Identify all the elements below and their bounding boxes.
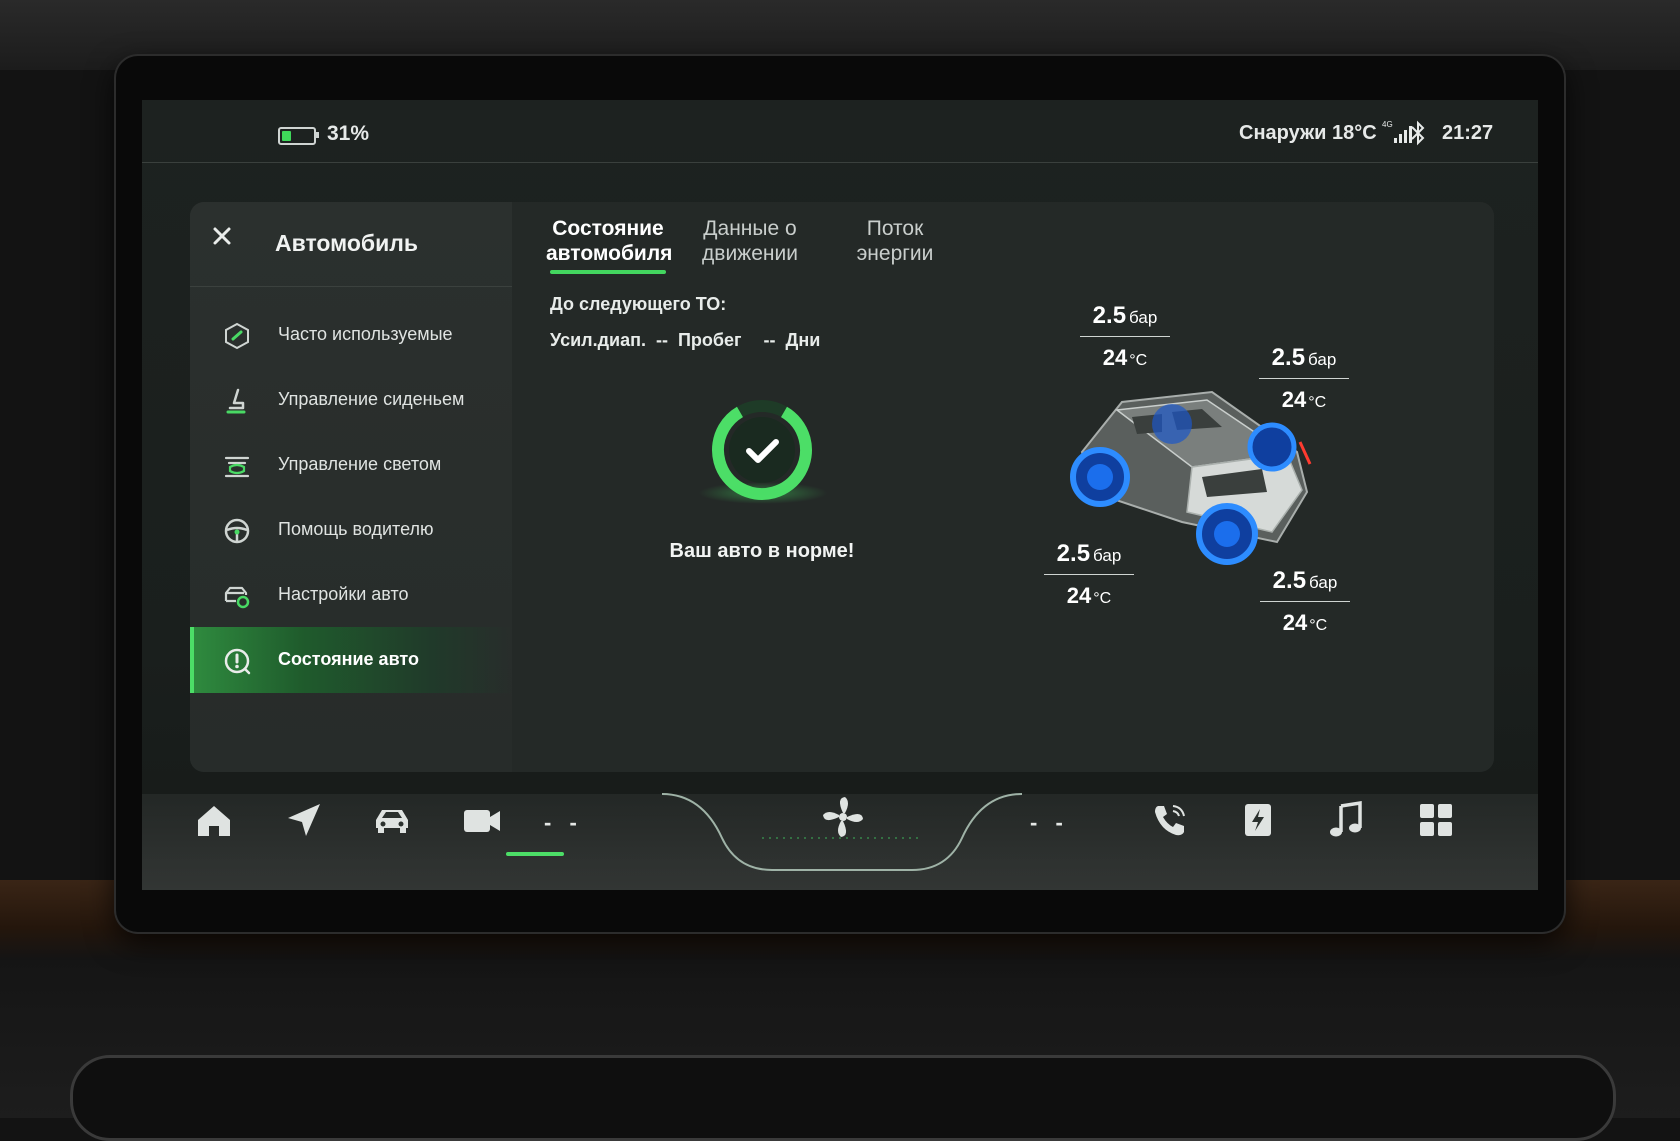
tab-vehicle-status[interactable]: Состояние автомобиля — [546, 216, 673, 266]
sidebar-item-label: Помощь водителю — [278, 519, 434, 539]
sidebar-item-light-control[interactable]: Управление светом — [190, 432, 512, 498]
sidebar-item-car-status[interactable]: Состояние авто — [190, 627, 512, 693]
sidebar-item-frequently-used[interactable]: Часто используемые — [190, 302, 512, 368]
car-icon[interactable] — [370, 798, 414, 842]
tire-pressure: 2.5 бар — [1259, 344, 1349, 379]
battery-tip — [316, 132, 319, 138]
air-vent — [70, 1055, 1616, 1141]
bottom-dock: - - - - — [142, 768, 1538, 890]
charging-icon[interactable] — [1236, 798, 1280, 842]
tire-temperature: 24 °C — [1066, 583, 1112, 608]
left-temperature[interactable]: - - — [544, 810, 583, 836]
sidebar-divider — [190, 286, 512, 287]
sidebar-item-label: Настройки авто — [278, 584, 409, 604]
tire-front-left: 2.5 бар 24 °C — [1080, 302, 1170, 371]
network-type: 4G — [1382, 120, 1393, 129]
home-icon[interactable] — [192, 798, 236, 842]
maintenance-heading: До следующего ТО: — [550, 294, 727, 314]
tab-label-line1: Данные о — [703, 217, 797, 240]
battery-icon — [278, 127, 316, 145]
status-message: Ваш авто в норме! — [669, 540, 855, 562]
tab-label-line2: энергии — [856, 242, 934, 265]
tab-label-line2: движении — [702, 242, 798, 265]
dock-active-indicator — [506, 852, 564, 856]
tire-temperature: 24 °C — [1282, 610, 1328, 635]
range-value: -- — [655, 330, 668, 350]
tab-label-line1: Состояние — [552, 217, 664, 240]
maintenance-values: Усил.диап. -- Пробег -- Дни — [550, 330, 830, 351]
navigation-icon[interactable] — [282, 798, 326, 842]
tab-label-line2: автомобиля — [546, 242, 673, 265]
mileage-label: Пробег — [677, 330, 742, 350]
days-label: Дни — [785, 330, 821, 350]
camera-icon[interactable] — [460, 798, 504, 842]
tire-rear-right: 2.5 бар 24 °C — [1260, 567, 1350, 636]
tab-label-line1: Поток — [866, 217, 924, 240]
car-settings-icon — [224, 586, 250, 609]
sidebar-item-car-settings[interactable]: Настройки авто — [190, 562, 512, 628]
sidebar-item-label: Управление сиденьем — [278, 389, 465, 409]
sidebar-item-seat-control[interactable]: Управление сиденьем — [190, 367, 512, 433]
tire-temperature: 24 °C — [1102, 345, 1148, 370]
tire-pressure: 2.5 бар — [1080, 302, 1170, 337]
status-bar: 31% Снаружи 18°C 4G 21:27 — [142, 100, 1538, 163]
right-temperature[interactable]: - - — [1030, 810, 1069, 836]
sidebar-item-label: Состояние авто — [278, 649, 419, 669]
close-icon[interactable] — [208, 222, 236, 250]
tire-pressure: 2.5 бар — [1044, 540, 1134, 575]
battery-percent: 31% — [327, 122, 370, 145]
sidebar-title: Автомобиль — [275, 230, 419, 256]
sidebar: Автомобиль Часто используемые Управление… — [190, 202, 512, 772]
content-area: Состояние автомобиля Данные о движении П… — [512, 202, 1494, 772]
sidebar-item-label: Часто используемые — [278, 324, 453, 344]
fan-icon[interactable] — [818, 792, 868, 842]
tab-energy-flow[interactable]: Поток энергии — [846, 216, 944, 266]
apps-icon[interactable] — [1414, 798, 1458, 842]
bluetooth-icon — [1411, 120, 1425, 146]
music-icon[interactable] — [1324, 798, 1368, 842]
sidebar-item-label: Управление светом — [278, 454, 442, 474]
seat-icon — [226, 388, 246, 414]
car-status-icon — [224, 648, 251, 675]
clock: 21:27 — [1442, 122, 1494, 144]
tire-pressure: 2.5 бар — [1260, 567, 1350, 602]
phone-icon[interactable] — [1148, 798, 1192, 842]
shield-star-icon — [225, 322, 249, 350]
vehicle-panel: Автомобиль Часто используемые Управление… — [190, 202, 1494, 772]
infotainment-screen: 31% Снаружи 18°C 4G 21:27 Автомобиль Час… — [142, 100, 1538, 890]
active-tab-indicator — [550, 270, 666, 274]
tire-front-right: 2.5 бар 24 °C — [1259, 344, 1349, 413]
outside-temperature: Снаружи 18°C — [1239, 122, 1377, 144]
battery-level-fill — [282, 131, 292, 141]
sidebar-item-driver-assist[interactable]: Помощь водителю — [190, 497, 512, 563]
tire-rear-left: 2.5 бар 24 °C — [1044, 540, 1134, 609]
range-label: Усил.диап. — [550, 330, 646, 350]
tire-temperature: 24 °C — [1281, 387, 1327, 412]
steering-wheel-icon — [224, 518, 250, 544]
status-glow — [698, 482, 828, 504]
tab-driving-data[interactable]: Данные о движении — [698, 216, 802, 266]
headlight-icon — [224, 456, 250, 478]
days-value: -- — [763, 330, 776, 350]
